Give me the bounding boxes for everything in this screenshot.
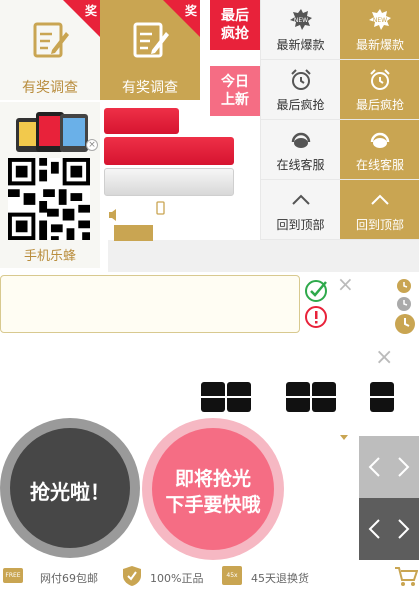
ribbon-badge: 奖 (163, 0, 200, 38)
shipping-text: 网付69包邮 (40, 572, 98, 585)
side-rush-gold[interactable]: 最后疯抢 (340, 60, 419, 120)
red-button-small[interactable] (104, 108, 179, 134)
service-bar: FREE 网付69包邮 100%正品 45x 45天退换货 (0, 562, 419, 590)
side-label: 回到顶部 (276, 218, 325, 232)
cart-icon[interactable] (394, 565, 418, 587)
tag-today-new[interactable]: 今日 上新 (210, 66, 260, 116)
tag-last-rush[interactable]: 最后 疯抢 (210, 0, 260, 50)
side-label: 在线客服 (355, 158, 404, 172)
caret-down-icon (340, 435, 348, 440)
return-days-icon: 45x (222, 566, 242, 585)
side-rush-light[interactable]: 最后疯抢 (260, 60, 340, 120)
close-icon-secondary[interactable]: × (375, 347, 393, 369)
sold-out-circle: 抢光啦！ (0, 418, 140, 558)
gold-tab[interactable] (114, 225, 153, 241)
close-icon[interactable]: × (337, 274, 354, 294)
side-new-gold[interactable]: NEW 最新爆款 (340, 0, 419, 60)
qr-close-icon[interactable]: × (86, 139, 98, 151)
gray-button[interactable] (104, 168, 234, 196)
survey-tile-gold[interactable]: 奖 有奖调查 (100, 0, 200, 100)
side-label: 回到顶部 (355, 218, 404, 232)
genuine-text: 100%正品 (150, 572, 204, 585)
survey-tile-light[interactable]: 奖 有奖调查 (0, 0, 100, 100)
countdown-divider-1 (201, 396, 251, 398)
speaker-icon (109, 209, 116, 221)
side-label: 在线客服 (276, 158, 325, 172)
countdown-divider-2 (286, 396, 336, 398)
ribbon-text: 奖 (84, 4, 97, 18)
warning-circle-icon (305, 306, 327, 328)
countdown-divider-3 (370, 396, 394, 398)
side-label: 最新爆款 (276, 38, 325, 52)
chevron-left-icon[interactable] (367, 456, 381, 478)
check-circle-icon (305, 280, 327, 302)
gray-panel (108, 240, 419, 272)
new-badge-icon: NEW (369, 9, 391, 30)
alarm-clock-icon (291, 69, 311, 90)
clock-icon-small (397, 279, 411, 293)
mobile-phone-icon (156, 201, 165, 215)
side-label: 最后疯抢 (276, 98, 325, 112)
clock-icon-gray (397, 297, 411, 311)
chevron-up-icon (371, 194, 389, 205)
returns-text: 45天退换货 (251, 572, 309, 585)
widget-sprite-canvas: 奖 有奖调查 奖 有奖调查 最后 疯抢 今日 上新 NEW 最新爆款 NEW 最… (0, 0, 419, 590)
qr-code-image (8, 158, 90, 240)
alarm-clock-icon (370, 69, 390, 90)
side-label: 最后疯抢 (355, 98, 404, 112)
free-shipping-icon: FREE (3, 568, 23, 583)
qr-label: 手机乐蜂 (23, 249, 76, 264)
shield-check-icon (123, 566, 141, 586)
side-new-light[interactable]: NEW 最新爆款 (260, 0, 340, 60)
chevron-left-icon[interactable] (367, 518, 381, 540)
svg-text:NEW: NEW (294, 17, 308, 24)
red-button-large[interactable] (104, 137, 234, 165)
headset-icon (370, 132, 390, 148)
sold-out-text: 抢光啦！ (30, 480, 110, 504)
headset-icon (291, 132, 311, 148)
clock-icon-large (395, 314, 415, 334)
chevron-up-icon (292, 194, 310, 205)
chevron-right-icon[interactable] (397, 456, 411, 478)
survey-label: 有奖调查 (122, 80, 178, 96)
coming-soon-line1: 即将抢光 (174, 468, 251, 490)
phone-app-image (16, 112, 88, 152)
coming-soon-circle: 即将抢光 下手要快哦 (142, 418, 284, 560)
side-label: 最新爆款 (355, 38, 404, 52)
coming-soon-line2: 下手要快哦 (165, 494, 261, 516)
svg-text:NEW: NEW (373, 17, 387, 24)
carousel-arrows-light[interactable] (359, 436, 419, 498)
message-input[interactable] (0, 275, 300, 333)
qr-card: 手机乐蜂 (0, 102, 100, 268)
side-top-gold[interactable]: 回到顶部 (340, 180, 419, 240)
ribbon-text: 奖 (184, 4, 197, 18)
side-top-light[interactable]: 回到顶部 (260, 180, 340, 240)
side-service-light[interactable]: 在线客服 (260, 120, 340, 180)
carousel-arrows-dark[interactable] (359, 498, 419, 560)
new-badge-icon: NEW (290, 9, 312, 30)
ribbon-badge: 奖 (63, 0, 100, 38)
survey-label: 有奖调查 (22, 80, 78, 96)
side-service-gold[interactable]: 在线客服 (340, 120, 419, 180)
chevron-right-icon[interactable] (397, 518, 411, 540)
